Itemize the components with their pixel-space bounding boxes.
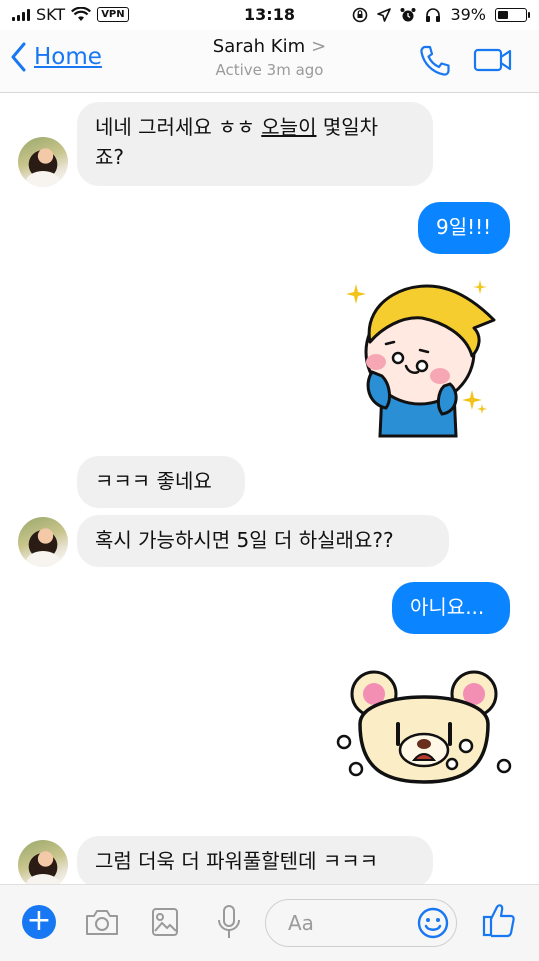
voice-button[interactable] <box>217 904 241 944</box>
battery-icon <box>495 7 530 22</box>
crying-bear-sticker[interactable] <box>334 664 514 788</box>
headphones-icon <box>426 7 441 22</box>
battery-percent: 39% <box>450 5 486 24</box>
location-icon <box>377 7 392 22</box>
message-text: 네네 그러세요 ㅎㅎ <box>95 115 262 139</box>
outgoing-message[interactable]: 아니요... <box>392 582 510 634</box>
gallery-icon <box>152 908 178 936</box>
incoming-message[interactable]: 네네 그러세요 ㅎㅎ 오늘이 몇일차 죠? <box>77 102 433 186</box>
message-text: ㅋㅋㅋ 좋네요 <box>95 469 212 493</box>
video-camera-icon <box>473 48 512 72</box>
status-right: 39% <box>352 5 530 24</box>
chevron-right-icon: > <box>311 36 327 57</box>
message-text: 몇일차 <box>316 115 379 139</box>
video-call-button[interactable] <box>473 47 513 77</box>
message-text: 죠? <box>95 145 125 169</box>
blonde-boy-sticker[interactable] <box>342 272 512 440</box>
incoming-message[interactable]: ㅋㅋㅋ 좋네요 <box>77 456 245 508</box>
incoming-message[interactable]: 혹시 가능하시면 5일 더 하실래요?? <box>77 515 449 567</box>
message-text: 혹시 가능하시면 5일 더 하실래요?? <box>95 528 394 552</box>
gallery-button[interactable] <box>151 907 179 941</box>
battery-fill <box>498 10 508 19</box>
camera-button[interactable] <box>84 907 120 941</box>
contact-avatar[interactable] <box>18 517 68 567</box>
conversation-header: Home Sarah Kim > Active 3m ago <box>0 30 539 93</box>
active-status: Active 3m ago <box>215 61 324 79</box>
incoming-message[interactable]: 그럼 더욱 더 파워풀할텐데 ㅋㅋㅋ <box>77 836 433 888</box>
like-button[interactable] <box>482 902 516 942</box>
rotation-lock-icon <box>353 7 368 22</box>
outgoing-message[interactable]: 9일!!! <box>418 202 510 254</box>
message-text: 그럼 더욱 더 파워풀할텐데 ㅋㅋㅋ <box>95 849 379 873</box>
contact-avatar[interactable] <box>18 840 68 890</box>
thumbs-up-icon <box>482 904 515 938</box>
message-input[interactable] <box>286 910 420 936</box>
message-text: 아니요... <box>410 595 485 619</box>
emoji-icon <box>417 907 449 939</box>
camera-icon <box>86 910 118 935</box>
voice-call-button[interactable] <box>418 44 452 82</box>
contact-name: Sarah Kim <box>212 36 306 57</box>
emoji-button[interactable] <box>416 906 450 944</box>
alarm-icon <box>400 7 416 21</box>
composer-toolbar: + <box>0 884 539 961</box>
microphone-icon <box>218 905 240 938</box>
message-input-container[interactable] <box>265 899 457 947</box>
phone-icon <box>420 45 450 76</box>
message-text: 9일!!! <box>436 215 492 239</box>
contact-avatar[interactable] <box>18 137 68 187</box>
plus-icon[interactable]: + <box>22 905 56 939</box>
status-bar: SKT VPN 13:18 39% <box>0 0 539 30</box>
message-link[interactable]: 오늘이 <box>261 115 316 139</box>
contact-info[interactable]: Sarah Kim > Active 3m ago <box>0 36 539 79</box>
